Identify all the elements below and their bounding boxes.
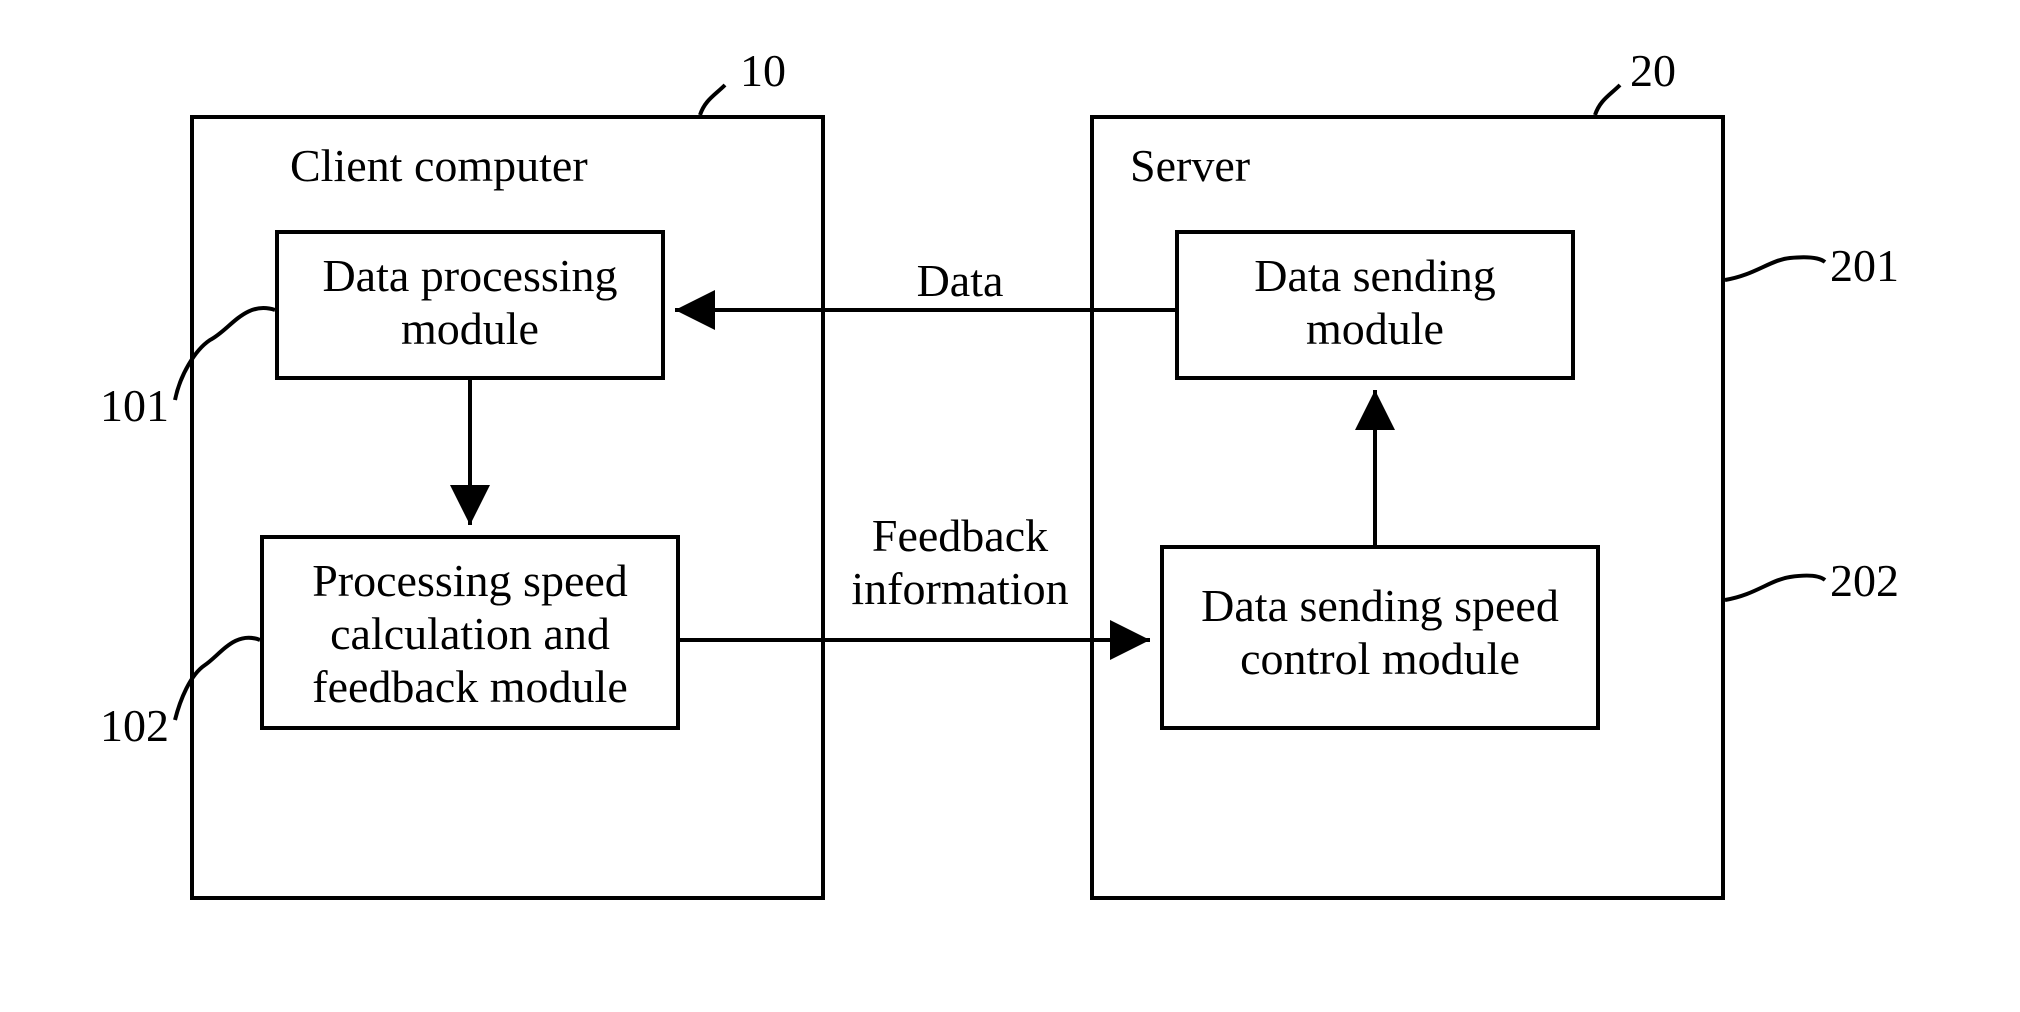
arrow-feedback-label: Feedback information (830, 510, 1090, 616)
client-module-1-text: Data processing module (275, 250, 665, 356)
ref-202: 202 (1830, 555, 1899, 608)
server-module-1-text: Data sending module (1175, 250, 1575, 356)
arrow-data-label: Data (880, 255, 1040, 308)
callout-201 (1725, 257, 1825, 280)
client-module-2-text: Processing speed calculation and feedbac… (260, 555, 680, 714)
client-title: Client computer (290, 140, 588, 193)
server-title: Server (1130, 140, 1250, 193)
ref-101: 101 (100, 380, 169, 433)
callout-202 (1725, 576, 1825, 600)
diagram-stage: Client computer Data processing module P… (0, 0, 2020, 1012)
ref-10: 10 (740, 45, 786, 98)
callout-10 (700, 85, 725, 115)
server-module-2-text: Data sending speed control module (1160, 580, 1600, 686)
ref-102: 102 (100, 700, 169, 753)
ref-201: 201 (1830, 240, 1899, 293)
callout-20 (1595, 85, 1620, 115)
ref-20: 20 (1630, 45, 1676, 98)
